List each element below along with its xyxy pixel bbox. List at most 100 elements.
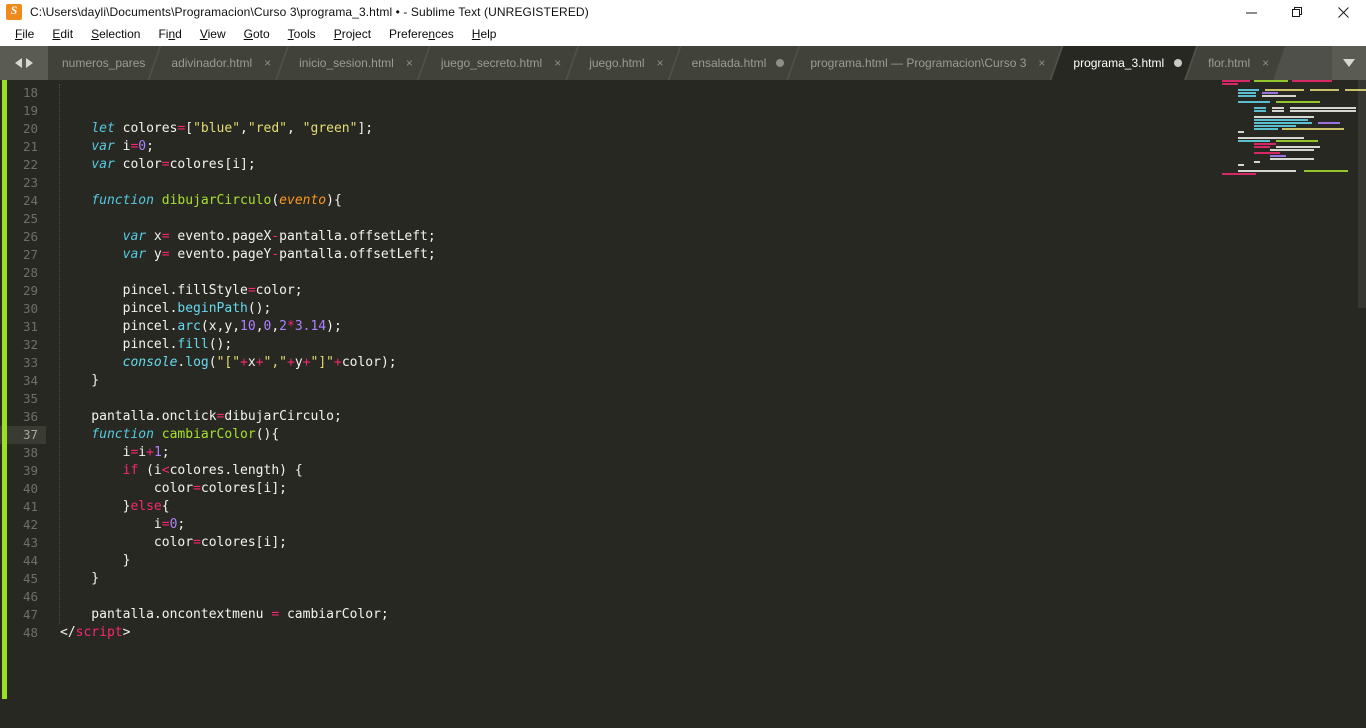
menu-item-view[interactable]: View <box>191 25 235 44</box>
code-line[interactable]: i=0; <box>46 516 1366 534</box>
menu-item-edit[interactable]: Edit <box>43 25 82 44</box>
code-line[interactable]: pincel.fill(); <box>46 336 1366 354</box>
tab-inicio-sesion-html[interactable]: inicio_sesion.html × <box>277 46 429 80</box>
code-line[interactable]: var color=colores[i]; <box>46 156 1366 174</box>
code-line[interactable] <box>46 390 1366 408</box>
code-line[interactable]: pincel.fillStyle=color; <box>46 282 1366 300</box>
tab-close-icon[interactable]: × <box>1260 57 1271 69</box>
tab-close-icon[interactable]: × <box>655 57 666 69</box>
code-token: color; <box>255 283 303 298</box>
code-line[interactable] <box>46 84 1366 102</box>
code-line[interactable]: var i=0; <box>46 138 1366 156</box>
code-token: var <box>91 139 115 154</box>
code-line[interactable] <box>46 210 1366 228</box>
tab-overflow-button[interactable] <box>1332 46 1366 80</box>
minimap-segment <box>1222 173 1256 175</box>
code-line[interactable]: function dibujarCirculo(evento){ <box>46 192 1366 210</box>
code-token: pincel. <box>60 337 178 352</box>
menu-item-preferences[interactable]: Preferences <box>380 25 463 44</box>
code-line[interactable]: let colores=["blue","red", "green"]; <box>46 120 1366 138</box>
code-line[interactable]: pincel.arc(x,y,10,0,2*3.14); <box>46 318 1366 336</box>
tab-close-icon[interactable]: × <box>1036 57 1047 69</box>
tab-label: programa_3.html <box>1073 56 1165 70</box>
code-line[interactable]: pantalla.onclick=dibujarCirculo; <box>46 408 1366 426</box>
chevron-right-icon[interactable] <box>26 58 33 68</box>
code-line[interactable]: pantalla.oncontextmenu = cambiarColor; <box>46 606 1366 624</box>
code-token: (); <box>208 337 233 352</box>
code-line[interactable] <box>46 264 1366 282</box>
tab-juego-secreto-html[interactable]: juego_secreto.html × <box>419 46 577 80</box>
code-line[interactable]: color=colores[i]; <box>46 480 1366 498</box>
code-line[interactable]: if (i<colores.length) { <box>46 462 1366 480</box>
menu-item-project[interactable]: Project <box>325 25 380 44</box>
menu-item-file[interactable]: File <box>6 25 43 44</box>
minimap-viewport[interactable] <box>1358 80 1366 308</box>
code-line[interactable]: </script> <box>46 624 1366 642</box>
code-line[interactable]: var x= evento.pageX-pantalla.offsetLeft; <box>46 228 1366 246</box>
minimap-segment <box>1238 92 1256 94</box>
minimap-segment <box>1238 140 1270 142</box>
tab-juego-html[interactable]: juego.html × <box>567 46 679 80</box>
tab-programa-3-html[interactable]: programa_3.html <box>1051 46 1196 80</box>
code-line[interactable] <box>46 102 1366 120</box>
code-line[interactable]: function cambiarColor(){ <box>46 426 1366 444</box>
code-line[interactable] <box>46 174 1366 192</box>
close-icon[interactable] <box>1320 0 1366 24</box>
tab-programa-html-programacion-curso-3[interactable]: programa.html — Programacion\Curso 3 × <box>788 46 1061 80</box>
code-token: ( <box>208 355 217 370</box>
tab-close-icon[interactable]: × <box>404 57 415 69</box>
menu-item-tools[interactable]: Tools <box>279 25 325 44</box>
tab-flor-html[interactable]: flor.html × <box>1186 46 1285 80</box>
code-line[interactable]: } <box>46 552 1366 570</box>
code-line[interactable]: } <box>46 570 1366 588</box>
code-line[interactable]: pincel.beginPath(); <box>46 300 1366 318</box>
tab-close-icon[interactable]: × <box>552 57 563 69</box>
code-token: dibujarCirculo <box>161 193 272 208</box>
menu-item-help[interactable]: Help <box>463 25 506 44</box>
tab-label: juego_secreto.html <box>440 56 543 70</box>
tab-nav-arrows[interactable] <box>0 46 48 80</box>
menu-item-goto[interactable]: Goto <box>235 25 279 44</box>
tab-bar: numeros_pares adivinador.html × inicio_sesi… <box>0 46 1366 80</box>
maximize-restore-icon[interactable] <box>1274 0 1320 24</box>
menu-item-selection[interactable]: Selection <box>82 25 149 44</box>
tab-close-icon[interactable]: × <box>262 57 273 69</box>
minimap-segment <box>1272 107 1284 109</box>
code-line[interactable] <box>46 588 1366 606</box>
minimap-segment <box>1290 110 1356 112</box>
code-token: "]" <box>310 355 334 370</box>
code-line[interactable]: console.log("["+x+","+y+"]"+color); <box>46 354 1366 372</box>
menu-item-find[interactable]: Find <box>149 25 190 44</box>
editor-area[interactable]: 18 19 20 21 22 23 24 25 26 27 28 29 30 31 32 33 34 35 36 37… <box>0 80 1366 728</box>
code-token: - <box>271 229 280 244</box>
minimize-icon[interactable] <box>1228 0 1274 24</box>
tab-ensalada-html[interactable]: ensalada.html <box>670 46 799 80</box>
tab-adivinador-html[interactable]: adivinador.html × <box>149 46 287 80</box>
code-line[interactable]: i=i+1; <box>46 444 1366 462</box>
minimap-segment <box>1222 80 1250 82</box>
tab-numeros-pares[interactable]: numeros_pares <box>48 46 159 80</box>
code-line[interactable]: var y= evento.pageY-pantalla.offsetLeft; <box>46 246 1366 264</box>
code-line[interactable]: }else{ <box>46 498 1366 516</box>
code-token: "," <box>263 355 288 370</box>
minimap-segment <box>1238 95 1256 97</box>
code-token: = <box>193 535 201 550</box>
code-line[interactable]: color=colores[i]; <box>46 534 1366 552</box>
code-token: 1 <box>153 445 162 460</box>
code-token: color <box>114 157 162 172</box>
tab-unsaved-dot[interactable] <box>1174 59 1182 67</box>
minimap-segment <box>1318 122 1340 124</box>
code-token: x <box>247 355 256 370</box>
code-line[interactable]: } <box>46 372 1366 390</box>
tab-label: numeros_pares <box>62 56 146 70</box>
tab-unsaved-dot[interactable] <box>776 59 784 67</box>
code-token: "blue" <box>193 121 241 136</box>
code-content[interactable]: let colores=["blue","red", "green"]; var… <box>46 80 1366 728</box>
code-token: evento.pageY <box>169 247 272 262</box>
chevron-left-icon[interactable] <box>15 58 22 68</box>
minimap[interactable] <box>1216 80 1366 728</box>
